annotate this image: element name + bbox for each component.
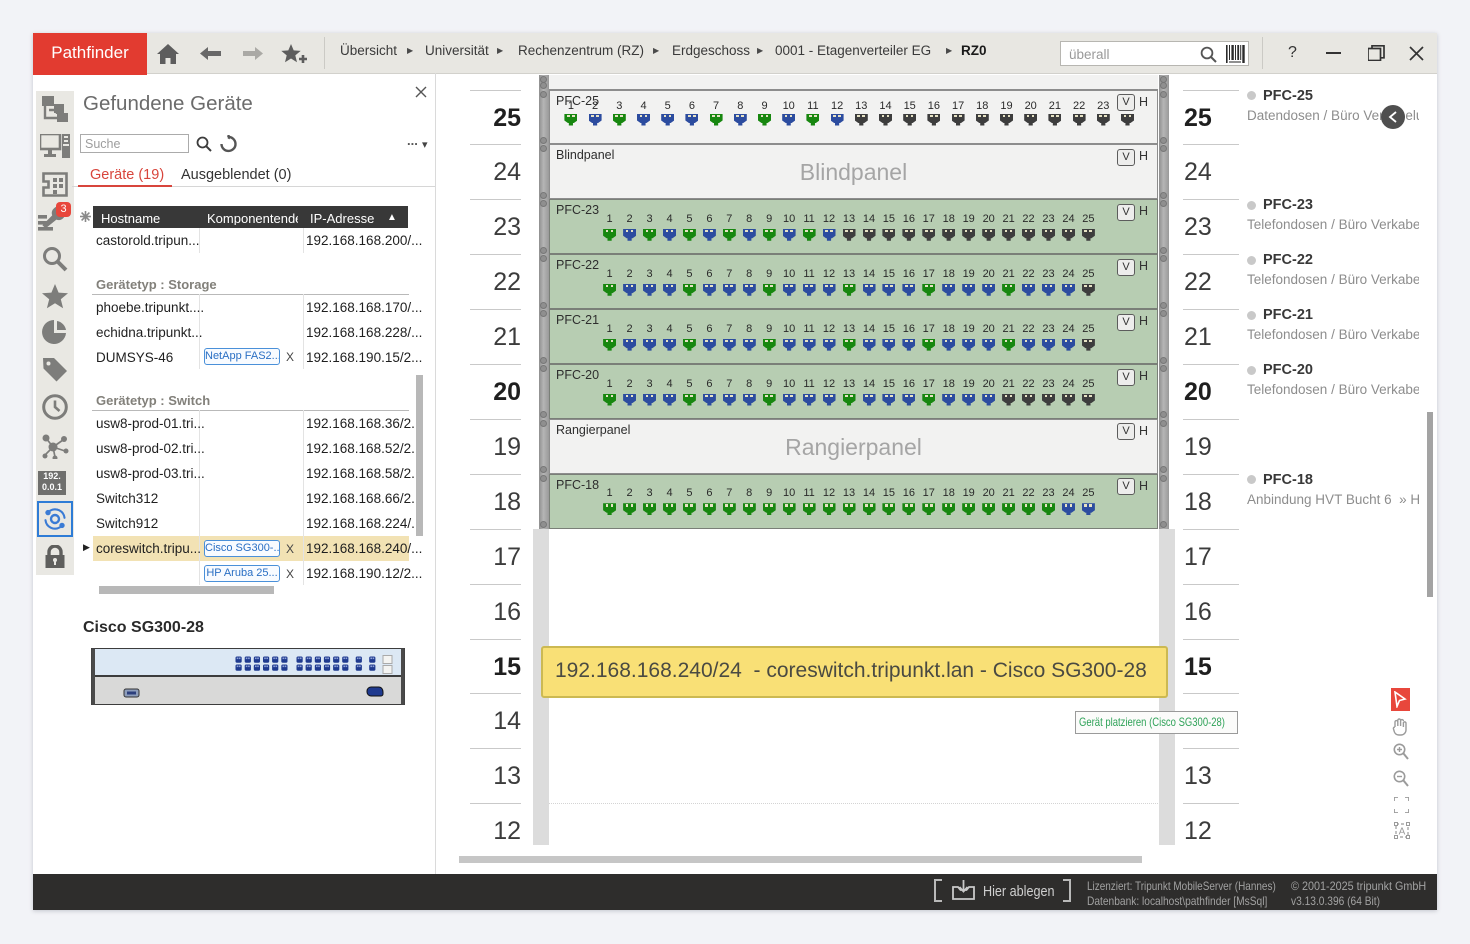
svg-text:A: A [1399,827,1406,838]
